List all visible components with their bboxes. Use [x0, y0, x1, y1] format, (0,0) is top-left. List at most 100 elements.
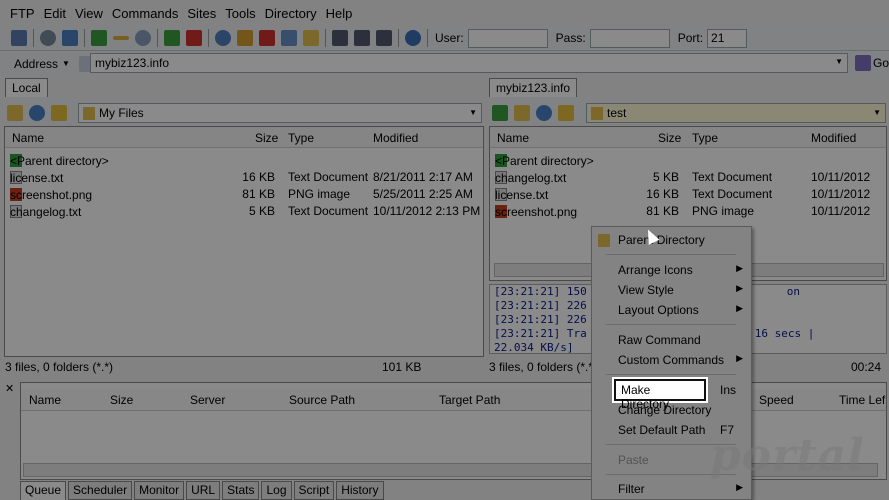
table-row[interactable]: screenshot.png 81 KB PNG image 10/11/201… — [490, 203, 886, 220]
chevron-down-icon[interactable]: ▼ — [873, 108, 881, 117]
transfer-icon[interactable] — [492, 105, 508, 121]
go-button[interactable]: Go — [873, 56, 889, 70]
log-time: 22.034 KB/s] — [494, 341, 574, 354]
menu-item-custom-commands[interactable]: Custom Commands ▶ — [592, 350, 753, 370]
folder-up-icon[interactable] — [7, 105, 23, 121]
menu-sites[interactable]: Sites — [187, 6, 216, 21]
tab-monitor[interactable]: Monitor — [134, 481, 185, 500]
queue-column-source[interactable]: Source Path — [289, 393, 355, 407]
clock-icon[interactable] — [135, 30, 151, 46]
globe-icon[interactable] — [405, 30, 421, 46]
menu-edit[interactable]: Edit — [44, 6, 66, 21]
close-icon[interactable]: ✕ — [5, 382, 14, 395]
port-label: Port: — [677, 31, 704, 45]
chevron-down-icon[interactable]: ▼ — [835, 57, 843, 66]
table-row[interactable]: license.txt 16 KB Text Document 8/21/201… — [5, 169, 483, 186]
file-modified: 5/25/2011 2:25 AM — [373, 187, 473, 201]
remote-path-combo[interactable]: test ▼ — [586, 103, 886, 123]
new-folder-icon[interactable] — [303, 30, 319, 46]
queue-column-target[interactable]: Target Path — [439, 393, 500, 407]
column-type[interactable]: Type — [692, 131, 718, 145]
go-icon[interactable] — [855, 55, 871, 71]
tab-stats[interactable]: Stats — [222, 481, 260, 500]
remove-icon[interactable] — [113, 36, 129, 40]
menu-item-filter[interactable]: Filter ▶ — [592, 479, 753, 499]
toolbar-separator — [208, 29, 209, 47]
address-label[interactable]: Address — [14, 57, 58, 71]
tab-script[interactable]: Script — [293, 481, 335, 500]
binoculars-icon[interactable] — [354, 30, 370, 46]
rename-icon[interactable] — [281, 30, 297, 46]
table-row[interactable]: changelog.txt 5 KB Text Document 10/11/2… — [490, 169, 886, 186]
pass-input[interactable] — [589, 28, 670, 48]
queue-column-name[interactable]: Name — [29, 393, 61, 407]
pass-label: Pass: — [555, 31, 586, 45]
pencil-icon[interactable] — [237, 30, 253, 46]
tab-scheduler[interactable]: Scheduler — [68, 481, 133, 500]
menu-directory[interactable]: Directory — [265, 6, 317, 21]
local-file-list[interactable]: Name Size Type Modified <Parent director… — [4, 126, 484, 357]
tab-history[interactable]: History — [336, 481, 384, 500]
star-icon[interactable] — [558, 105, 574, 121]
table-row[interactable]: license.txt 16 KB Text Document 10/11/20… — [490, 186, 886, 203]
star-icon[interactable] — [51, 105, 67, 121]
queue-column-size[interactable]: Size — [110, 393, 133, 407]
menu-item-label: Raw Command — [618, 333, 701, 347]
make-directory-highlight[interactable]: Make Directory — [614, 379, 706, 411]
user-input[interactable] — [467, 28, 548, 48]
menu-item-change-directory[interactable]: Change Directory — [592, 400, 753, 420]
column-name[interactable]: Name — [497, 131, 529, 145]
queue-column-server[interactable]: Server — [190, 393, 225, 407]
gear-icon[interactable] — [40, 30, 56, 46]
menu-item-label: Paste — [618, 453, 649, 467]
chevron-down-icon[interactable]: ▼ — [62, 59, 70, 68]
menu-help[interactable]: Help — [326, 6, 353, 21]
search-icon[interactable] — [215, 30, 231, 46]
tab-local[interactable]: Local — [5, 78, 48, 97]
menu-separator — [606, 254, 736, 255]
column-size[interactable]: Size — [658, 131, 681, 145]
menu-item-shortcut: Ins — [720, 383, 737, 397]
tab-log[interactable]: Log — [261, 481, 292, 500]
local-path-combo[interactable]: My Files ▼ — [78, 103, 482, 123]
table-row[interactable]: screenshot.png 81 KB PNG image 5/25/2011… — [5, 186, 483, 203]
folder-up-icon[interactable] — [514, 105, 530, 121]
column-size[interactable]: Size — [255, 131, 278, 145]
binoculars-icon[interactable] — [376, 30, 392, 46]
menu-item-view-style[interactable]: View Style ▶ — [592, 280, 753, 300]
address-input[interactable]: mybiz123.info ▼ — [90, 53, 848, 73]
parent-directory-row[interactable]: <Parent directory> — [5, 152, 483, 169]
delete-icon[interactable] — [259, 30, 275, 46]
menu-item-raw-command[interactable]: Raw Command — [592, 330, 753, 350]
refresh-icon[interactable] — [536, 105, 552, 121]
column-name[interactable]: Name — [12, 131, 44, 145]
local-status-size: 101 KB — [382, 360, 422, 374]
add-icon[interactable] — [91, 30, 107, 46]
binoculars-icon[interactable] — [332, 30, 348, 46]
menu-ftp[interactable]: FTP — [10, 6, 35, 21]
tab-queue[interactable]: Queue — [20, 481, 67, 500]
refresh-icon[interactable] — [29, 105, 45, 121]
stop-icon[interactable] — [186, 30, 202, 46]
column-modified[interactable]: Modified — [811, 131, 856, 145]
chevron-down-icon[interactable]: ▼ — [469, 108, 477, 117]
table-row[interactable]: changelog.txt 5 KB Text Document 10/11/2… — [5, 203, 483, 220]
log-tail: on — [786, 285, 800, 298]
site-manager-icon[interactable] — [11, 30, 27, 46]
menu-view[interactable]: View — [75, 6, 103, 21]
column-modified[interactable]: Modified — [373, 131, 418, 145]
menu-item-layout-options[interactable]: Layout Options ▶ — [592, 300, 753, 320]
play-icon[interactable] — [164, 30, 180, 46]
parent-directory-row[interactable]: <Parent directory> — [490, 152, 886, 169]
menu-item-arrange-icons[interactable]: Arrange Icons ▶ — [592, 260, 753, 280]
column-type[interactable]: Type — [288, 131, 314, 145]
queue-column-speed[interactable]: Speed — [759, 393, 794, 407]
tab-url[interactable]: URL — [186, 481, 221, 500]
queue-column-time-left[interactable]: Time Lef — [839, 393, 885, 407]
tab-remote[interactable]: mybiz123.info — [489, 78, 578, 97]
menu-tools[interactable]: Tools — [225, 6, 255, 21]
menu-commands[interactable]: Commands — [112, 6, 178, 21]
port-input[interactable] — [707, 28, 748, 48]
window-icon[interactable] — [62, 30, 78, 46]
menu-item-parent-directory[interactable]: Parent Directory — [592, 230, 753, 250]
